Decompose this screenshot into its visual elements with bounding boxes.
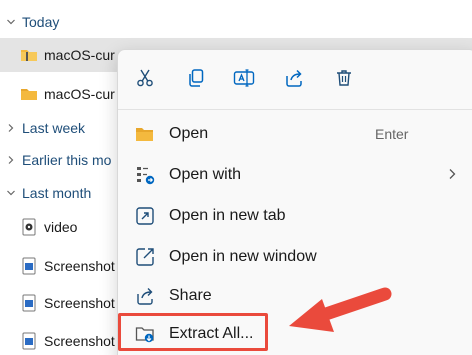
chevron-down-icon	[0, 188, 22, 198]
menu-item-label: Open in new window	[169, 248, 317, 265]
rename-icon	[233, 68, 255, 93]
trash-icon	[334, 68, 354, 93]
rename-button[interactable]	[229, 65, 259, 95]
menu-item-label: Open in new tab	[169, 207, 286, 224]
menu-item-open[interactable]: Open Enter	[118, 116, 472, 152]
context-menu: Open Enter Open with Open in new tab Ope…	[117, 49, 472, 355]
zip-folder-icon	[20, 46, 38, 64]
file-name: Screenshot	[44, 333, 115, 349]
chevron-right-icon	[0, 155, 22, 165]
share-button[interactable]	[279, 65, 309, 95]
group-label: Last month	[22, 185, 92, 201]
menu-item-label: Open	[169, 125, 209, 142]
image-file-icon	[20, 257, 38, 275]
image-file-icon	[20, 294, 38, 312]
folder-open-icon	[135, 124, 155, 144]
open-new-window-icon	[135, 247, 155, 267]
file-name: video	[44, 219, 78, 235]
image-file-icon	[20, 332, 38, 350]
cut-button[interactable]	[130, 65, 160, 95]
menu-item-label: Share	[169, 287, 212, 304]
menu-item-label: Open with	[169, 166, 242, 183]
menu-item-open-new-window[interactable]: Open in new window	[118, 239, 472, 275]
open-with-icon	[135, 165, 155, 185]
chevron-right-icon	[0, 123, 22, 133]
copy-button[interactable]	[181, 65, 211, 95]
open-new-tab-icon	[135, 206, 155, 226]
folder-icon	[20, 85, 38, 103]
file-name: macOS-cur	[44, 86, 115, 102]
cut-icon	[135, 68, 155, 93]
video-file-icon	[20, 218, 38, 236]
menu-item-open-with[interactable]: Open with	[118, 157, 472, 193]
menu-item-open-new-tab[interactable]: Open in new tab	[118, 198, 472, 234]
file-name: Screenshot	[44, 295, 115, 311]
group-label: Last week	[22, 120, 86, 136]
file-name: macOS-cur	[44, 47, 115, 63]
share-icon	[284, 68, 304, 93]
group-header-today[interactable]: Today	[0, 6, 472, 38]
menu-item-share[interactable]: Share	[118, 278, 472, 314]
group-label: Earlier this mo	[22, 152, 112, 168]
shortcut-label: Enter	[375, 126, 409, 142]
share-icon	[135, 286, 155, 306]
context-menu-toolbar	[118, 50, 472, 110]
file-name: Screenshot	[44, 258, 115, 274]
copy-icon	[186, 68, 206, 93]
chevron-down-icon	[0, 17, 22, 27]
annotation-highlight-box	[118, 313, 268, 351]
chevron-right-icon	[447, 167, 457, 183]
delete-button[interactable]	[329, 65, 359, 95]
group-label: Today	[22, 14, 60, 30]
